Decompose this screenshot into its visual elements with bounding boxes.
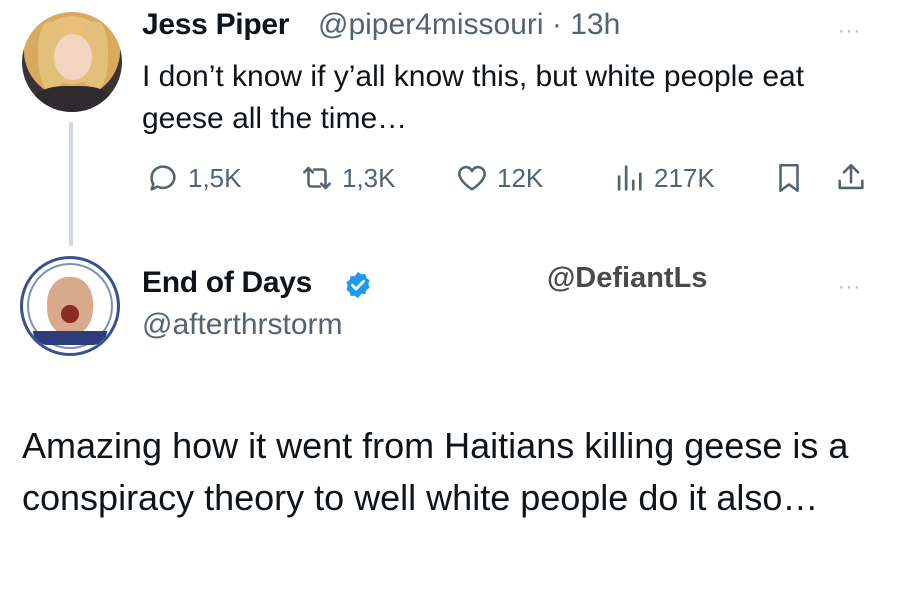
more-options-icon[interactable]: ···: [838, 20, 861, 43]
views-icon: [617, 165, 642, 191]
repost-button[interactable]: 1,3K: [300, 158, 396, 198]
share-button[interactable]: [834, 158, 876, 198]
views-count: 217K: [654, 162, 715, 193]
watermark: @DefiantLs: [547, 262, 708, 294]
bookmark-icon: [779, 163, 799, 193]
repost-icon: [302, 166, 332, 190]
reply-button[interactable]: 1,5K: [146, 158, 242, 198]
views-button[interactable]: 217K: [612, 158, 715, 198]
author-handle[interactable]: @piper4missouri: [318, 8, 544, 41]
tweet-text: Amazing how it went from Haitians killin…: [22, 425, 849, 518]
author-meta[interactable]: @piper4missouri · 13h: [318, 8, 620, 42]
tweet-time[interactable]: 13h: [570, 8, 620, 41]
author-handle[interactable]: @afterthrstorm: [142, 308, 343, 342]
author-name[interactable]: Jess Piper: [142, 8, 289, 42]
like-button[interactable]: 12K: [455, 158, 543, 198]
share-icon: [838, 163, 864, 190]
reply-count: 1,5K: [188, 162, 242, 193]
avatar-jess-piper[interactable]: [22, 12, 122, 112]
heart-icon: [458, 165, 486, 191]
author-name[interactable]: End of Days: [142, 266, 312, 300]
meta-separator: ·: [543, 8, 571, 41]
like-count: 12K: [497, 162, 544, 193]
more-options-icon[interactable]: ···: [838, 276, 861, 299]
avatar-mouth: [61, 305, 79, 323]
reply-icon: [150, 165, 176, 191]
thread-line: [69, 122, 73, 246]
repost-count: 1,3K: [342, 162, 396, 193]
avatar-body: [32, 86, 114, 112]
bookmark-button[interactable]: [772, 158, 814, 198]
avatar-end-of-days[interactable]: [20, 256, 120, 356]
avatar-face: [54, 34, 92, 80]
avatar-seal-band: [33, 331, 107, 345]
tweet-text: I don’t know if y’all know this, but whi…: [142, 60, 805, 135]
verified-badge-icon[interactable]: [343, 270, 373, 300]
